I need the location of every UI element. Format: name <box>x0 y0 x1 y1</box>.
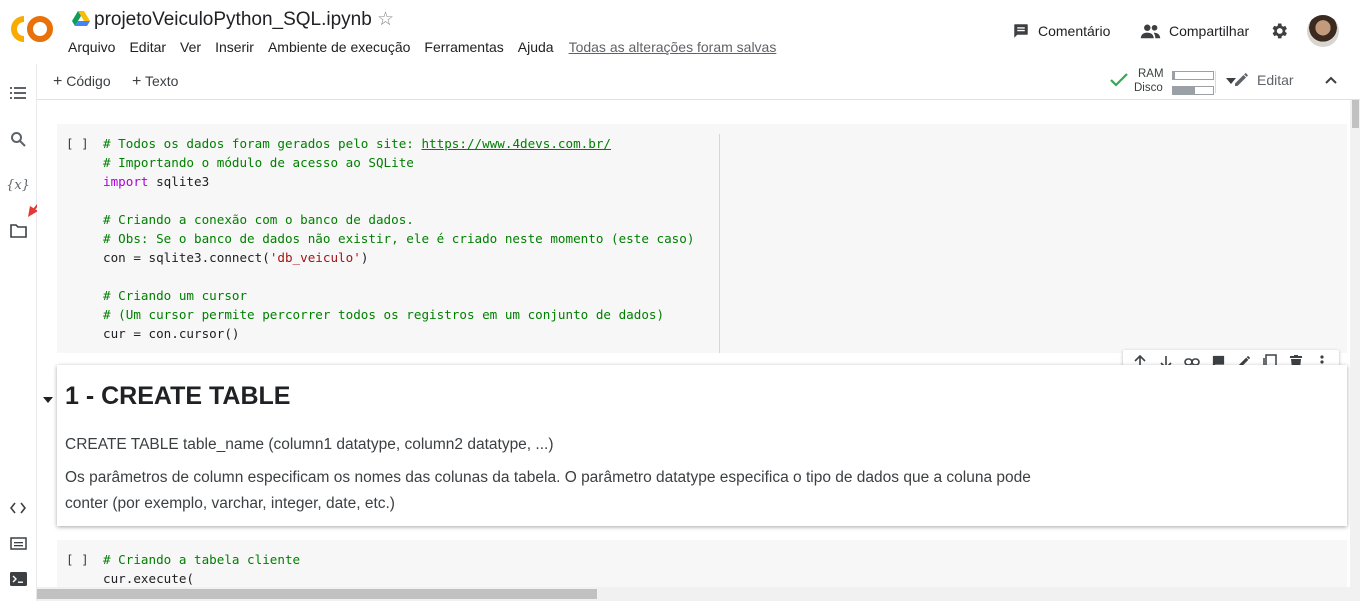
notebook-content[interactable]: [ ] # Todos os dados foram gerados pelo … <box>37 100 1350 587</box>
google-drive-icon[interactable] <box>72 11 90 27</box>
notebook-title[interactable]: projetoVeiculoPython_SQL.ipynb <box>94 9 372 31</box>
code-token: sqlite3 <box>148 174 210 189</box>
code-editor[interactable]: # Todos os dados foram gerados pelo site… <box>103 134 694 343</box>
edit-mode-button[interactable]: Editar <box>1233 72 1294 88</box>
menu-arquivo[interactable]: Arquivo <box>68 39 115 55</box>
code-line: # Todos os dados foram gerados pelo site… <box>103 134 694 153</box>
vertical-scrollbar[interactable] <box>1350 100 1360 587</box>
code-token: # Todos os dados foram gerados pelo site… <box>103 136 422 151</box>
add-text-button[interactable]: + Texto <box>132 73 178 91</box>
code-line: # (Um cursor permite percorrer todos os … <box>103 305 694 324</box>
editor-ruler <box>719 134 720 353</box>
menu-inserir[interactable]: Inserir <box>215 39 254 55</box>
edit-label: Editar <box>1257 72 1294 88</box>
add-code-label: Código <box>66 73 111 89</box>
horizontal-scroll-thumb[interactable] <box>37 589 597 599</box>
command-palette-icon[interactable] <box>7 532 29 554</box>
colab-logo[interactable] <box>10 14 54 44</box>
menu-bar: Arquivo Editar Ver Inserir Ambiente de e… <box>68 39 790 55</box>
top-header: projetoVeiculoPython_SQL.ipynb ☆ Arquivo… <box>0 0 1360 65</box>
code-line: # Criando um cursor <box>103 286 694 305</box>
share-button[interactable]: Compartilhar <box>1140 20 1249 42</box>
code-token[interactable]: https://www.4devs.com.br/ <box>421 136 611 151</box>
disk-label: Disco <box>1134 82 1163 94</box>
code-token: con = sqlite3.connect( <box>103 250 270 265</box>
collapse-chevron-up-icon[interactable] <box>1325 76 1337 84</box>
ram-usage-fill <box>1173 72 1175 79</box>
user-avatar[interactable] <box>1307 15 1339 47</box>
text-cell[interactable]: 1 - CREATE TABLE CREATE TABLE table_name… <box>57 365 1347 526</box>
text-paragraph: CREATE TABLE table_name (column1 datatyp… <box>65 436 554 453</box>
code-token: 'db_veiculo' <box>269 250 361 265</box>
disk-usage-bar <box>1172 86 1214 95</box>
code-line: # Importando o módulo de acesso ao SQLit… <box>103 153 694 172</box>
comment-button[interactable]: Comentário <box>1012 20 1110 42</box>
code-token: cur = con.cursor() <box>103 326 240 341</box>
text-paragraph-line: conter (por exemplo, varchar, integer, d… <box>65 495 395 512</box>
menu-editar[interactable]: Editar <box>129 39 166 55</box>
code-token: cur.execute( <box>103 571 194 586</box>
code-line: # Criando a conexão com o banco de dados… <box>103 210 694 229</box>
plus-icon: + <box>132 73 142 90</box>
code-snippets-icon[interactable] <box>7 497 29 519</box>
star-icon[interactable]: ☆ <box>377 8 394 31</box>
code-line: con = sqlite3.connect('db_veiculo') <box>103 248 694 267</box>
comment-label: Comentário <box>1038 23 1111 39</box>
ram-usage-bar <box>1172 71 1214 80</box>
section-heading: 1 - CREATE TABLE <box>65 382 291 410</box>
code-line: cur.execute( <box>103 569 300 587</box>
code-token: # Criando a tabela cliente <box>103 552 301 567</box>
code-line: import sqlite3 <box>103 172 694 191</box>
pencil-icon <box>1235 73 1248 86</box>
menu-ambiente-execucao[interactable]: Ambiente de execução <box>268 39 410 55</box>
add-text-label: Texto <box>144 73 179 89</box>
collapse-section-caret-icon[interactable] <box>43 397 53 403</box>
menu-ajuda[interactable]: Ajuda <box>518 39 554 55</box>
terminal-icon[interactable] <box>7 568 29 590</box>
code-token: # Importando o módulo de acesso ao SQLit… <box>103 155 414 170</box>
toolbar-divider <box>1215 71 1216 93</box>
code-editor[interactable]: # Criando a tabela cliente cur.execute( <box>103 550 300 587</box>
code-token: ) <box>360 250 369 265</box>
disk-usage-fill <box>1173 87 1195 94</box>
share-label: Compartilhar <box>1169 23 1250 39</box>
run-cell-button[interactable]: [ ] <box>66 136 89 151</box>
ram-label: RAM <box>1138 68 1164 80</box>
save-status-link[interactable]: Todas as alterações foram salvas <box>569 39 777 55</box>
menu-ver[interactable]: Ver <box>180 39 201 55</box>
notebook-toolbar: + Código + Texto RAM Disco Editar <box>37 64 1360 100</box>
left-sidebar-rail: {x} <box>0 64 55 601</box>
run-cell-button[interactable]: [ ] <box>66 552 89 567</box>
plus-icon: + <box>53 73 63 90</box>
code-token: # Criando um cursor <box>103 288 248 303</box>
vertical-scroll-thumb[interactable] <box>1352 100 1359 128</box>
code-cell[interactable]: [ ] # Todos os dados foram gerados pelo … <box>57 124 1347 353</box>
code-token: # Criando a conexão com o banco de dados… <box>103 212 414 227</box>
text-paragraph-line: Os parâmetros de column especificam os n… <box>65 469 1031 486</box>
code-line: # Obs: Se o banco de dados não existir, … <box>103 229 694 248</box>
resources-indicator[interactable]: RAM Disco <box>1110 67 1240 95</box>
toc-icon[interactable] <box>7 82 29 104</box>
menu-ferramentas[interactable]: Ferramentas <box>424 39 503 55</box>
add-code-button[interactable]: + Código <box>53 73 111 91</box>
search-icon[interactable] <box>7 128 29 150</box>
comment-icon <box>1014 24 1028 38</box>
settings-gear-icon[interactable] <box>1269 21 1289 46</box>
code-token: import <box>103 174 149 189</box>
connected-check-icon <box>1110 73 1128 87</box>
code-line: cur = con.cursor() <box>103 324 694 343</box>
code-cell[interactable]: [ ] # Criando a tabela cliente cur.execut… <box>57 540 1347 587</box>
code-token: # (Um cursor permite percorrer todos os … <box>103 307 665 322</box>
code-token: # Obs: Se o banco de dados não existir, … <box>103 231 695 246</box>
code-line: # Criando a tabela cliente <box>103 550 300 569</box>
people-icon <box>1140 24 1161 39</box>
